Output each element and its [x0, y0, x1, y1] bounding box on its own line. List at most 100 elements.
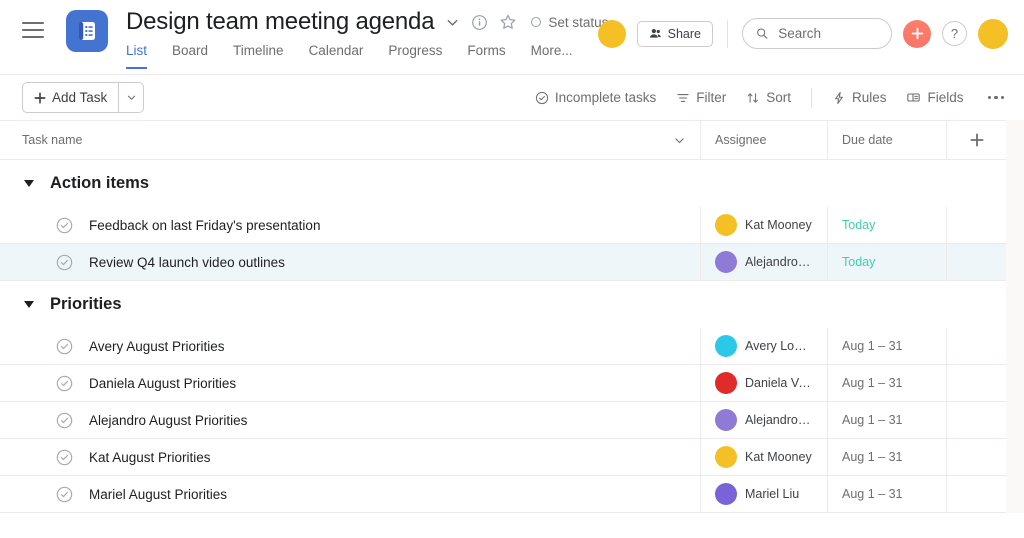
due-date-label: Aug 1 – 31 — [842, 376, 903, 390]
more-horizontal-icon[interactable] — [984, 92, 1009, 104]
plus-icon — [970, 133, 983, 147]
assignee-cell[interactable]: Alejandro Lu... — [700, 244, 827, 280]
column-header-due-date[interactable]: Due date — [827, 121, 946, 159]
check-circle-icon — [535, 91, 549, 104]
task-name-cell[interactable]: Avery August Priorities — [0, 328, 700, 364]
assignee-cell[interactable]: Avery Lomax — [700, 328, 827, 364]
check-circle-icon[interactable] — [56, 412, 73, 429]
section-header[interactable]: Action items — [0, 160, 1024, 207]
task-name-label: Mariel August Priorities — [89, 486, 228, 502]
tab-calendar[interactable]: Calendar — [309, 43, 364, 69]
star-icon[interactable] — [499, 13, 517, 31]
table-row[interactable]: Mariel August Priorities Mariel Liu Aug 1 … — [0, 476, 1024, 513]
add-task-dropdown-toggle[interactable] — [118, 83, 143, 112]
section-header[interactable]: Priorities — [0, 281, 1024, 328]
avatar[interactable] — [715, 214, 737, 236]
add-column-button[interactable] — [946, 121, 1006, 159]
assignee: Daniela Varg... — [715, 372, 813, 394]
check-circle-icon[interactable] — [56, 486, 73, 503]
due-date-cell[interactable]: Today — [827, 207, 946, 243]
assignee-cell[interactable]: Daniela Varg... — [700, 365, 827, 401]
assignee-cell[interactable]: Alejandro Lu... — [700, 402, 827, 438]
table-row[interactable]: Feedback on last Friday's presentation Ka… — [0, 207, 1024, 244]
fields-button[interactable]: Fields — [906, 90, 964, 105]
toolbar-divider — [727, 19, 728, 48]
help-button[interactable]: ? — [942, 21, 967, 46]
sort-button[interactable]: Sort — [746, 90, 791, 105]
table-header-row: Task name Assignee Due date — [0, 120, 1024, 160]
check-circle-icon[interactable] — [56, 338, 73, 355]
avatar[interactable] — [715, 372, 737, 394]
task-name-label: Review Q4 launch video outlines — [89, 254, 285, 270]
task-name-cell[interactable]: Review Q4 launch video outlines — [0, 244, 700, 280]
avatar[interactable] — [715, 409, 737, 431]
due-date-cell[interactable]: Aug 1 – 31 — [827, 365, 946, 401]
row-extra-cell — [946, 207, 1006, 243]
assignee-name-label: Kat Mooney — [745, 450, 812, 464]
avatar[interactable] — [715, 251, 737, 273]
section-collapse-triangle-icon[interactable] — [24, 180, 34, 187]
task-name-cell[interactable]: Kat August Priorities — [0, 439, 700, 475]
share-button[interactable]: Share — [636, 20, 713, 47]
task-name-cell[interactable]: Feedback on last Friday's presentation — [0, 207, 700, 243]
top-bar: Design team meeting agenda Set status Li… — [0, 0, 1024, 75]
tab-list[interactable]: List — [126, 43, 148, 69]
info-icon[interactable] — [471, 14, 488, 31]
avatar[interactable] — [715, 335, 737, 357]
due-date-cell[interactable]: Aug 1 – 31 — [827, 402, 946, 438]
task-name-label: Avery August Priorities — [89, 338, 225, 354]
chevron-down-icon[interactable] — [445, 15, 460, 30]
table-row[interactable]: Kat August Priorities Kat Mooney Aug 1 – 3… — [0, 439, 1024, 476]
row-extra-cell — [946, 244, 1006, 280]
task-name-cell[interactable]: Mariel August Priorities — [0, 476, 700, 512]
table-row[interactable]: Daniela August Priorities Daniela Varg...… — [0, 365, 1024, 402]
chevron-down-icon — [127, 95, 135, 100]
assignee-cell[interactable]: Kat Mooney — [700, 207, 827, 243]
section-collapse-triangle-icon[interactable] — [24, 301, 34, 308]
column-header-assignee[interactable]: Assignee — [700, 121, 827, 159]
tab-board[interactable]: Board — [172, 43, 208, 69]
check-circle-icon[interactable] — [56, 254, 73, 271]
assignee-name-label: Alejandro Lu... — [745, 413, 813, 427]
user-avatar[interactable] — [978, 18, 1008, 49]
add-task-button[interactable]: Add Task — [22, 82, 145, 113]
fields-label: Fields — [927, 90, 964, 105]
task-list-grid: Task name Assignee Due date Action items… — [0, 120, 1024, 513]
section-title: Action items — [50, 174, 150, 192]
project-list-logo-icon[interactable] — [66, 10, 108, 52]
quick-add-button[interactable] — [903, 19, 931, 48]
tab-more[interactable]: More... — [531, 43, 573, 69]
table-row[interactable]: Review Q4 launch video outlines Alejandro… — [0, 244, 1024, 281]
assignee: Kat Mooney — [715, 446, 812, 468]
list-toolbar: Add Task Incomplete tasks Filter Sort Ru… — [0, 75, 1024, 120]
page-title: Design team meeting agenda — [126, 8, 435, 35]
assignee-cell[interactable]: Kat Mooney — [700, 439, 827, 475]
search-field[interactable] — [778, 26, 878, 41]
column-header-task-name[interactable]: Task name — [0, 121, 700, 159]
tab-forms[interactable]: Forms — [467, 43, 505, 69]
chevron-down-icon — [675, 137, 684, 143]
hamburger-icon[interactable] — [22, 22, 44, 38]
avatar[interactable] — [715, 483, 737, 505]
table-row[interactable]: Alejandro August Priorities Alejandro Lu.… — [0, 402, 1024, 439]
table-row[interactable]: Avery August Priorities Avery Lomax Aug 1 … — [0, 328, 1024, 365]
rules-button[interactable]: Rules — [832, 90, 886, 105]
check-circle-icon[interactable] — [56, 375, 73, 392]
check-circle-icon[interactable] — [56, 449, 73, 466]
check-circle-icon[interactable] — [56, 217, 73, 234]
assignee-cell[interactable]: Mariel Liu — [700, 476, 827, 512]
due-date-cell[interactable]: Aug 1 – 31 — [827, 439, 946, 475]
search-icon — [757, 28, 768, 39]
tab-progress[interactable]: Progress — [388, 43, 442, 69]
due-date-cell[interactable]: Aug 1 – 31 — [827, 476, 946, 512]
filter-button[interactable]: Filter — [676, 90, 726, 105]
tab-timeline[interactable]: Timeline — [233, 43, 284, 69]
incomplete-tasks-filter[interactable]: Incomplete tasks — [535, 90, 656, 105]
search-input[interactable] — [742, 18, 892, 49]
project-member-avatar[interactable] — [597, 19, 626, 48]
task-name-cell[interactable]: Daniela August Priorities — [0, 365, 700, 401]
due-date-cell[interactable]: Aug 1 – 31 — [827, 328, 946, 364]
task-name-cell[interactable]: Alejandro August Priorities — [0, 402, 700, 438]
due-date-cell[interactable]: Today — [827, 244, 946, 280]
avatar[interactable] — [715, 446, 737, 468]
